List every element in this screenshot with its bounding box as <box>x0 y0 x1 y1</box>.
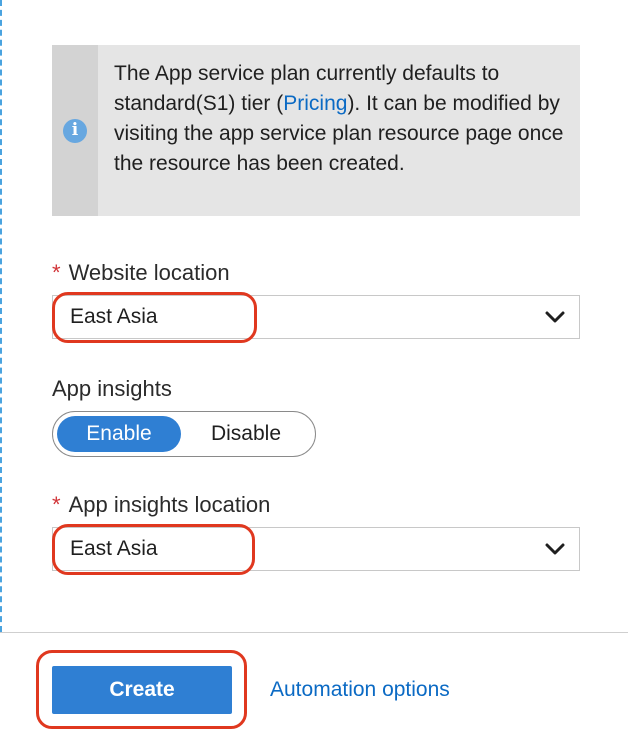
app-insights-location-label-text: App insights location <box>68 492 271 517</box>
website-location-value: East Asia <box>70 305 158 328</box>
create-web-app-panel: i The App service plan currently default… <box>0 0 628 746</box>
info-icon: i <box>63 118 87 143</box>
app-insights-label: App insights <box>52 376 172 401</box>
chevron-down-icon <box>531 296 579 338</box>
website-location-label-text: Website location <box>68 260 230 285</box>
pricing-link[interactable]: Pricing <box>283 92 347 115</box>
app-insights-location-label: * App insights location <box>52 491 270 519</box>
required-marker: * <box>52 492 61 517</box>
app-insights-enable-option[interactable]: Enable <box>57 416 181 452</box>
info-icon-column: i <box>52 45 98 216</box>
app-insights-disable-option[interactable]: Disable <box>181 416 311 452</box>
chevron-down-icon <box>531 528 579 570</box>
app-insights-toggle[interactable]: Enable Disable <box>52 411 316 457</box>
info-text: The App service plan currently defaults … <box>98 45 580 216</box>
info-banner: i The App service plan currently default… <box>52 45 580 216</box>
app-insights-location-dropdown[interactable]: East Asia <box>52 527 580 571</box>
create-button[interactable]: Create <box>52 666 232 714</box>
panel-edge-divider <box>0 0 2 632</box>
automation-options-link[interactable]: Automation options <box>270 676 450 704</box>
app-insights-location-value: East Asia <box>70 537 158 560</box>
footer-divider <box>0 632 628 633</box>
website-location-dropdown[interactable]: East Asia <box>52 295 580 339</box>
website-location-label: * Website location <box>52 259 230 287</box>
required-marker: * <box>52 260 61 285</box>
